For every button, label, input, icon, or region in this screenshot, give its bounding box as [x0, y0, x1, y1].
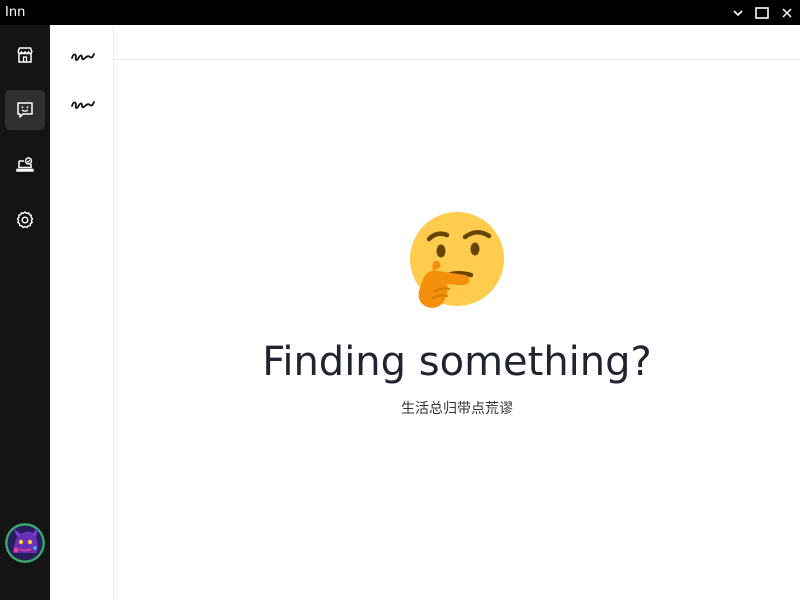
title-bar: Inn	[0, 0, 800, 25]
nav-messages-button[interactable]	[5, 90, 45, 130]
close-icon	[782, 7, 792, 18]
nav-store-button[interactable]	[5, 35, 45, 75]
collapse-window-button[interactable]	[726, 0, 750, 25]
main-content: Finding something? 生活总归带点荒谬	[114, 25, 800, 600]
nav-settings-button[interactable]	[5, 200, 45, 240]
list-item[interactable]	[63, 89, 103, 119]
maximize-icon	[755, 6, 769, 19]
message-smile-icon	[17, 102, 33, 118]
laptop-badge-icon	[16, 157, 34, 172]
empty-state-title: Finding something?	[262, 339, 652, 385]
signature-icon	[71, 53, 95, 61]
window-title: Inn	[5, 5, 26, 20]
nav-rail	[0, 25, 50, 600]
main-header	[114, 25, 800, 60]
list-item[interactable]	[63, 41, 103, 71]
gear-icon	[16, 211, 34, 229]
signature-icon	[71, 101, 95, 109]
maximize-button[interactable]	[750, 0, 774, 25]
empty-state-subtitle: 生活总归带点荒谬	[401, 401, 513, 417]
nav-devices-button[interactable]	[5, 145, 45, 185]
store-icon	[17, 47, 33, 63]
user-avatar[interactable]	[5, 523, 45, 563]
close-button[interactable]	[775, 0, 799, 25]
chevron-down-icon	[733, 9, 743, 16]
conversation-list	[50, 25, 114, 600]
thinking-face-emoji	[405, 209, 510, 314]
